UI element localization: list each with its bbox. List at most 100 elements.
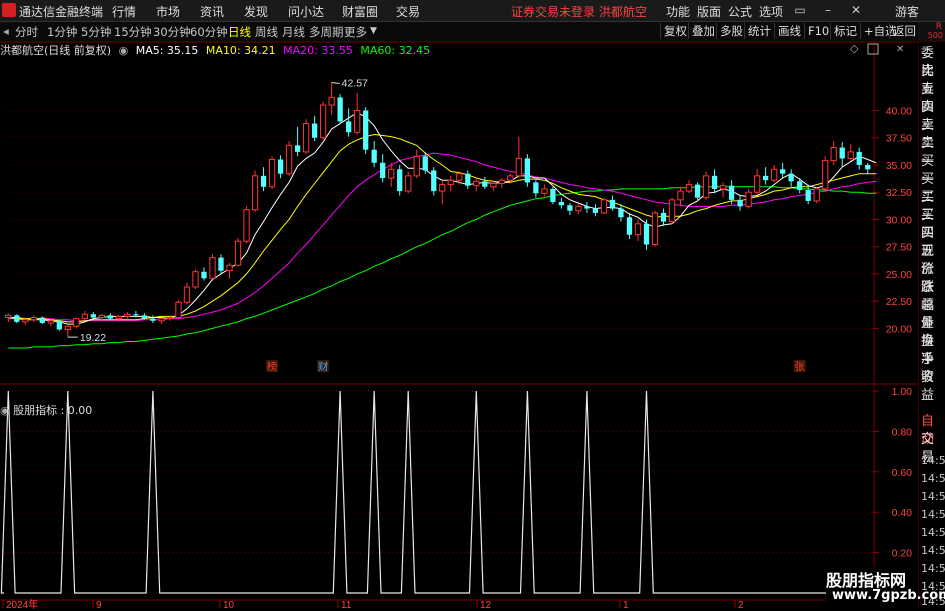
period-60min[interactable]: 60分钟	[190, 24, 228, 40]
menu-item-options[interactable]: 选项	[759, 3, 783, 20]
candle-body	[260, 175, 267, 187]
candle-body	[558, 202, 565, 206]
candle-body	[183, 286, 191, 303]
candle-body	[567, 205, 573, 211]
minimize-icon[interactable]: –	[820, 2, 836, 18]
stats-button[interactable]: 统计	[744, 23, 774, 39]
ma60-value: MA60: 32.45	[360, 44, 431, 57]
menu-item-discover[interactable]: 发现	[244, 3, 268, 20]
menu-item-news[interactable]: 资讯	[200, 3, 224, 20]
candle	[473, 178, 480, 192]
candle-body	[533, 182, 539, 194]
adjust-button[interactable]: 复权	[660, 23, 690, 39]
candle	[251, 170, 259, 212]
candle	[643, 219, 650, 250]
candle	[558, 197, 565, 209]
candle	[30, 315, 37, 322]
candle-body	[719, 185, 727, 190]
period-5min[interactable]: 5分钟	[81, 24, 111, 40]
candle	[56, 319, 62, 331]
menu-item-formula[interactable]: 公式	[728, 3, 752, 20]
candle-body	[584, 206, 590, 209]
draw-button[interactable]: 画线	[774, 23, 804, 39]
candle	[328, 82, 335, 115]
period-15min[interactable]: 15分钟	[114, 24, 152, 40]
candle-body	[668, 199, 676, 223]
back-button[interactable]: 返回	[889, 23, 919, 39]
candle	[346, 108, 352, 137]
indicator-settings-icon[interactable]: ◉	[0, 404, 10, 417]
candle	[192, 269, 199, 290]
more-dropdown-icon[interactable]: ▼	[370, 26, 377, 36]
close-panel-icon[interactable]: ✕	[896, 44, 904, 55]
menu-item-ask[interactable]: 问小达	[288, 3, 324, 20]
stock-chart[interactable]: 40.00 37.50 35.00 32.50 30.00 27.50 25.00 22.50…	[0, 42, 918, 609]
ma-settings-icon[interactable]: ◉	[119, 44, 129, 57]
tick-time: 14:56	[921, 544, 945, 557]
candle	[234, 237, 242, 267]
restore-icon[interactable]: ▭	[792, 2, 808, 18]
ma5-line	[8, 112, 877, 325]
period-multi[interactable]: 多周期	[309, 24, 344, 40]
candle	[371, 140, 377, 168]
f10-button[interactable]: F10	[804, 23, 832, 39]
menu-item-wealth[interactable]: 财富圈	[342, 3, 378, 20]
menu-item-layout[interactable]: 版面	[697, 3, 721, 20]
ma20-value: MA20: 33.55	[283, 44, 353, 57]
stock-title[interactable]: 洪都航空(日线 前复权)	[0, 44, 111, 57]
candle-body	[39, 317, 45, 323]
indicator-axis: 1.00 0.80 0.60 0.40 0.20	[892, 386, 913, 560]
candle	[482, 176, 488, 189]
overlay-button[interactable]: 叠加	[688, 23, 718, 39]
candle-body	[456, 173, 463, 181]
candle-body	[277, 159, 284, 174]
candle-body	[762, 175, 769, 181]
multi-stock-button[interactable]: 多股	[716, 23, 746, 39]
menu-item-market[interactable]: 市场	[156, 3, 180, 20]
menu-item-trade[interactable]: 交易	[396, 3, 420, 20]
maximize-icon[interactable]	[867, 43, 879, 55]
label-earnings: 收益	[921, 370, 935, 403]
chart-tools[interactable]: ◇ ✕	[850, 42, 904, 55]
candle	[311, 115, 318, 141]
candle	[243, 206, 250, 244]
candle-body	[839, 147, 845, 159]
period-daily[interactable]: 日线	[228, 24, 251, 40]
period-more[interactable]: 更多	[344, 24, 367, 40]
login-notice[interactable]: 证券交易未登录 洪都航空	[511, 3, 647, 20]
candle	[839, 142, 845, 168]
candle-body	[745, 191, 752, 207]
close-icon[interactable]: ✕	[848, 2, 864, 18]
candle	[39, 316, 45, 325]
mark-button[interactable]: 标记	[830, 23, 860, 39]
candle	[660, 208, 667, 226]
indicator-tick-label: 0.60	[892, 467, 913, 479]
indicator-name[interactable]: 股朋指标	[13, 404, 57, 417]
period-intraday[interactable]: 分时	[15, 24, 38, 40]
candle-body	[363, 110, 369, 150]
candle	[856, 147, 862, 170]
candle	[183, 282, 191, 305]
candle-body	[575, 205, 582, 212]
period-toolbar: ◂ 分时 1分钟 5分钟 15分钟 30分钟 60分钟 日线 周线 月线 多周期…	[0, 22, 945, 42]
menu-item-quotes[interactable]: 行情	[112, 3, 136, 20]
candle-body	[805, 190, 811, 201]
candle-body	[413, 155, 420, 177]
tick-time: 14:56	[921, 526, 945, 539]
period-monthly[interactable]: 月线	[282, 24, 305, 40]
guest-label[interactable]: 游客	[895, 3, 919, 20]
candle-body	[788, 173, 794, 182]
diamond-icon[interactable]: ◇	[850, 42, 859, 55]
candle	[813, 186, 820, 204]
period-weekly[interactable]: 周线	[255, 24, 278, 40]
candle	[285, 140, 293, 176]
period-30min[interactable]: 30分钟	[153, 24, 191, 40]
menu-item-function[interactable]: 功能	[666, 3, 690, 20]
collapse-icon[interactable]: ◂	[3, 24, 9, 38]
period-1min[interactable]: 1分钟	[47, 24, 77, 40]
price-tick-label: 27.50	[886, 242, 912, 254]
candle	[354, 93, 361, 135]
price-tick-label: 30.00	[886, 214, 912, 226]
candle-body	[354, 109, 361, 133]
candle-body	[192, 271, 199, 288]
